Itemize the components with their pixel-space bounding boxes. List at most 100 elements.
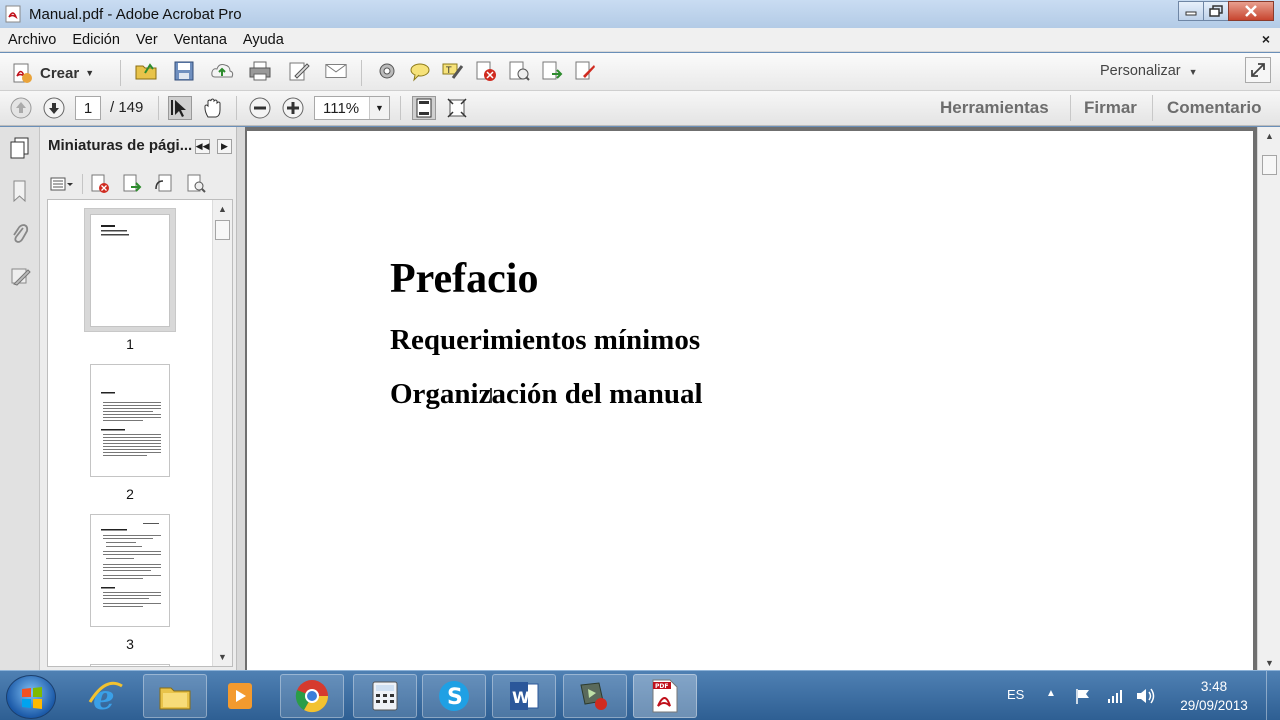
delete-page-thumb-icon[interactable] [88, 172, 112, 196]
save-icon[interactable] [172, 59, 196, 83]
chrome-taskbar-icon[interactable] [280, 674, 344, 718]
document-scrollbar[interactable]: ▲ ▼ [1257, 127, 1280, 670]
page-thumbnail[interactable] [90, 214, 170, 327]
menu-ver[interactable]: Ver [128, 32, 166, 48]
delete-page-icon[interactable] [474, 59, 498, 83]
highlight-icon[interactable]: T [441, 59, 465, 83]
menu-ventana[interactable]: Ventana [166, 32, 235, 48]
scroll-up-icon[interactable]: ▲ [1265, 131, 1274, 141]
language-indicator[interactable]: ES [1007, 687, 1024, 702]
zoom-in-icon[interactable] [281, 96, 305, 120]
media-player-taskbar-icon[interactable] [208, 674, 272, 718]
action-center-flag-icon[interactable] [1074, 687, 1092, 705]
page-thumbnail[interactable] [90, 514, 170, 627]
scrollbar-thumb[interactable] [1262, 155, 1277, 175]
menu-archivo[interactable]: Archivo [0, 32, 64, 48]
acrobat-taskbar-icon[interactable]: PDF [633, 674, 697, 718]
current-page-input[interactable]: 1 [75, 96, 101, 120]
svg-text:PDF: PDF [655, 683, 668, 690]
page-preview-3 [101, 523, 161, 607]
start-button[interactable] [6, 675, 56, 719]
collapse-panel-button[interactable]: ◀◀ [195, 139, 210, 154]
select-tool-icon[interactable] [168, 96, 192, 120]
edit-icon[interactable] [287, 59, 311, 83]
print-icon[interactable] [248, 59, 272, 83]
fit-width-icon[interactable] [445, 96, 469, 120]
tab-sign[interactable]: Firmar [1084, 98, 1137, 118]
menu-ayuda[interactable]: Ayuda [235, 32, 292, 48]
minimize-button[interactable] [1178, 1, 1204, 21]
pane-separator [1152, 95, 1153, 121]
panel-options-button[interactable]: ▶ [217, 139, 232, 154]
thumbnail-page-number: 1 [126, 336, 134, 352]
page-thumbnails-icon[interactable] [8, 136, 32, 160]
hand-tool-icon[interactable] [201, 96, 225, 120]
tab-comment[interactable]: Comentario [1167, 98, 1261, 118]
extract-page-icon[interactable] [507, 59, 531, 83]
internet-explorer-taskbar-icon[interactable]: e [74, 674, 138, 718]
fullscreen-toggle-button[interactable] [1245, 57, 1271, 83]
thumbnail-page-number: 2 [126, 486, 134, 502]
page-preview-1 [101, 225, 129, 236]
personalize-caret-icon: ▼ [1188, 67, 1198, 77]
show-hidden-icons-icon[interactable]: ▲ [1046, 688, 1056, 699]
show-desktop-button[interactable] [1266, 671, 1280, 720]
fit-page-icon[interactable] [412, 96, 436, 120]
tab-tools[interactable]: Herramientas [940, 98, 1049, 118]
open-folder-icon[interactable] [134, 59, 158, 83]
settings-icon[interactable] [375, 59, 399, 83]
thumbnail-scrollbar[interactable]: ▲ ▼ [212, 200, 232, 666]
scroll-down-icon[interactable]: ▼ [1265, 658, 1274, 668]
zoom-out-icon[interactable] [248, 96, 272, 120]
zoom-dropdown-icon[interactable]: ▼ [369, 97, 389, 119]
insert-page-icon[interactable] [540, 59, 564, 83]
scrollbar-thumb[interactable] [215, 220, 230, 240]
skype-taskbar-icon[interactable]: S [422, 674, 486, 718]
thumbnail-list: 1 2 3 ▲ ▼ [47, 199, 233, 667]
close-button[interactable] [1228, 1, 1274, 21]
bookmarks-icon[interactable] [8, 179, 32, 203]
title-bar: Manual.pdf - Adobe Acrobat Pro [0, 0, 1280, 28]
page-thumbnail[interactable] [90, 364, 170, 477]
media-encoder-taskbar-icon[interactable] [563, 674, 627, 718]
close-document-button[interactable]: × [1262, 31, 1270, 47]
volume-icon[interactable] [1134, 686, 1156, 706]
toolbar-separator [82, 174, 83, 194]
create-pdf-icon [13, 63, 32, 83]
previous-page-icon[interactable] [9, 96, 33, 120]
scroll-down-icon[interactable]: ▼ [218, 652, 227, 662]
thumbnail-tools [40, 171, 237, 197]
calculator-taskbar-icon[interactable] [353, 674, 417, 718]
svg-text:W: W [512, 688, 530, 707]
restore-button[interactable] [1203, 1, 1229, 21]
extract-page-thumb-icon[interactable] [184, 172, 208, 196]
signatures-icon[interactable] [8, 265, 32, 289]
navigation-pane-strip [0, 127, 40, 670]
rotate-page-icon[interactable] [152, 172, 176, 196]
scroll-up-icon[interactable]: ▲ [218, 204, 227, 214]
clock-time: 3:48 [1200, 679, 1228, 694]
insert-page-thumb-icon[interactable] [120, 172, 144, 196]
panel-splitter[interactable] [237, 127, 245, 670]
word-taskbar-icon[interactable]: W [492, 674, 556, 718]
create-button[interactable]: Crear ▼ [10, 61, 94, 85]
attachments-icon[interactable] [8, 222, 32, 246]
zoom-level-select[interactable]: 111% ▼ [314, 96, 390, 120]
network-signal-icon[interactable] [1106, 687, 1124, 705]
acrobat-app-icon [5, 5, 21, 23]
email-icon[interactable] [324, 59, 348, 83]
thumbnail-options-icon[interactable] [48, 172, 76, 196]
file-explorer-taskbar-icon[interactable] [143, 674, 207, 718]
restore-icon [1209, 5, 1223, 17]
upload-icon[interactable] [210, 59, 234, 83]
export-icon[interactable] [573, 59, 597, 83]
page-thumbnail[interactable] [90, 664, 170, 666]
personalize-button[interactable]: Personalizar ▼ [1100, 63, 1198, 79]
pane-separator [1070, 95, 1071, 121]
menu-edicion[interactable]: Edición [64, 32, 128, 48]
create-label: Crear [40, 64, 80, 82]
comment-icon[interactable] [408, 59, 432, 83]
next-page-icon[interactable] [42, 96, 66, 120]
system-clock[interactable]: 3:48 29/09/2013 [1172, 677, 1256, 715]
page-total: / 149 [110, 99, 144, 116]
